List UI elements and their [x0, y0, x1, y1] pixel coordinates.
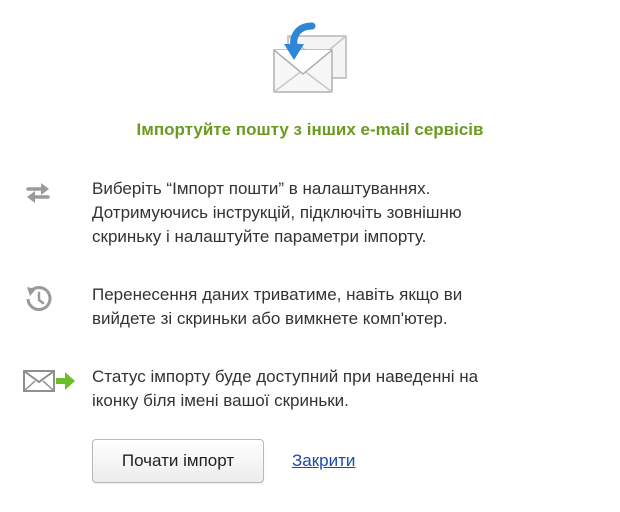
step-line: вийдете зі скриньки або вимкнете комп'ют… [92, 309, 448, 328]
start-import-button[interactable]: Почати імпорт [92, 439, 264, 483]
step-line: Перенесення даних триватиме, навіть якщо… [92, 285, 463, 304]
close-link[interactable]: Закрити [292, 451, 355, 471]
clock-history-icon [22, 283, 78, 315]
page-title: Імпортуйте пошту з інших e-mail сервісів [136, 120, 484, 139]
step-line: Дотримуючись інструкцій, підключіть зовн… [92, 203, 462, 222]
step-line: Виберіть “Імпорт пошти” в налаштуваннях. [92, 179, 431, 198]
step-text: Статус імпорту буде доступний при наведе… [92, 365, 572, 413]
step-line: скриньку і налаштуйте параметри імпорту. [92, 227, 427, 246]
mail-import-icon [268, 22, 352, 98]
step-line: іконку біля імені вашої скриньки. [92, 391, 349, 410]
sync-arrows-icon [22, 177, 78, 209]
mail-arrow-icon [22, 365, 78, 397]
step-line: Статус імпорту буде доступний при наведе… [92, 367, 479, 386]
step-text: Виберіть “Імпорт пошти” в налаштуваннях.… [92, 177, 572, 249]
step-text: Перенесення даних триватиме, навіть якщо… [92, 283, 572, 331]
